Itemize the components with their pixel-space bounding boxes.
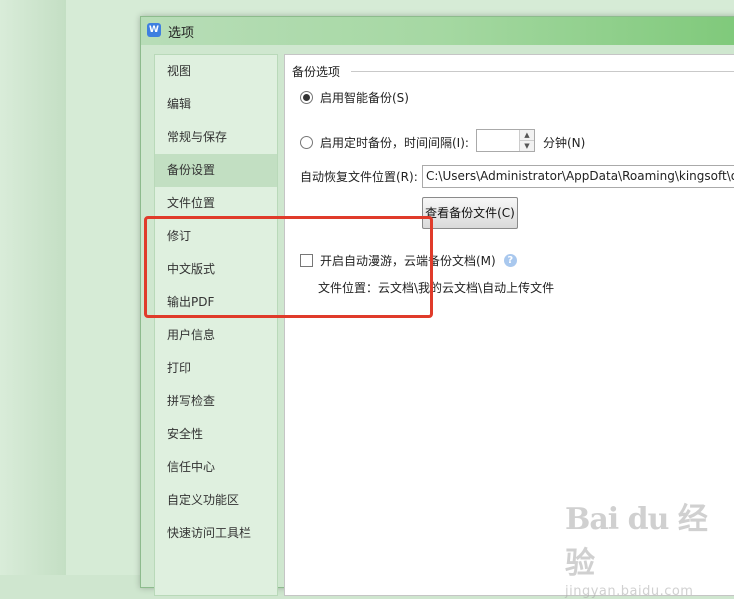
watermark-site: jingyan.baidu.com [565, 584, 694, 599]
interval-spinner[interactable]: ▲ ▼ [476, 129, 535, 152]
watermark-logo: Bai du 经验 [565, 502, 708, 581]
dialog-titlebar[interactable]: W 选项 [141, 17, 734, 45]
wps-app-icon: W [147, 23, 161, 37]
timed-backup-option[interactable]: 启用定时备份，时间间隔(I): [300, 134, 469, 151]
spinner-buttons: ▲ ▼ [519, 130, 534, 151]
spin-up-icon[interactable]: ▲ [520, 130, 534, 141]
help-icon[interactable]: ? [503, 254, 517, 267]
timed-backup-radio[interactable] [300, 136, 313, 149]
options-sidebar: 视图 编辑 常规与保存 备份设置 文件位置 修订 中文版式 输出PDF 用户信息… [154, 54, 278, 596]
sidebar-item-general-save[interactable]: 常规与保存 [155, 121, 277, 154]
group-divider [351, 71, 734, 72]
sidebar-item-backup-settings[interactable]: 备份设置 [155, 154, 277, 187]
smart-backup-radio[interactable] [300, 91, 313, 104]
view-backup-files-button[interactable]: 查看备份文件(C) [422, 197, 518, 229]
sidebar-item-customize-ribbon[interactable]: 自定义功能区 [155, 484, 277, 517]
sidebar-item-spell-check[interactable]: 拼写检查 [155, 385, 277, 418]
background-left-panel [0, 0, 67, 575]
dialog-title: 选项 [168, 26, 195, 41]
smart-backup-option[interactable]: 启用智能备份(S) [300, 89, 409, 106]
recovery-path-label: 自动恢复文件位置(R): [300, 170, 418, 184]
sidebar-item-edit[interactable]: 编辑 [155, 88, 277, 121]
baidu-jingyan-watermark: Bai du 经验 jingyan.baidu.com [565, 494, 725, 599]
recovery-path-input[interactable]: C:\Users\Administrator\AppData\Roaming\k… [422, 165, 734, 188]
smart-backup-label: 启用智能备份(S) [320, 91, 409, 105]
annotation-highlight-box [144, 216, 433, 318]
spin-down-icon[interactable]: ▼ [520, 141, 534, 151]
sidebar-item-print[interactable]: 打印 [155, 352, 277, 385]
sidebar-item-view[interactable]: 视图 [155, 55, 277, 88]
interval-unit: 分钟(N) [543, 136, 586, 150]
sidebar-item-security[interactable]: 安全性 [155, 418, 277, 451]
timed-backup-label: 启用定时备份，时间间隔(I): [320, 136, 469, 150]
sidebar-item-quick-access-toolbar[interactable]: 快速访问工具栏 [155, 517, 277, 550]
sidebar-item-trust-center[interactable]: 信任中心 [155, 451, 277, 484]
sidebar-item-user-info[interactable]: 用户信息 [155, 319, 277, 352]
backup-group-title: 备份选项 [292, 65, 341, 79]
